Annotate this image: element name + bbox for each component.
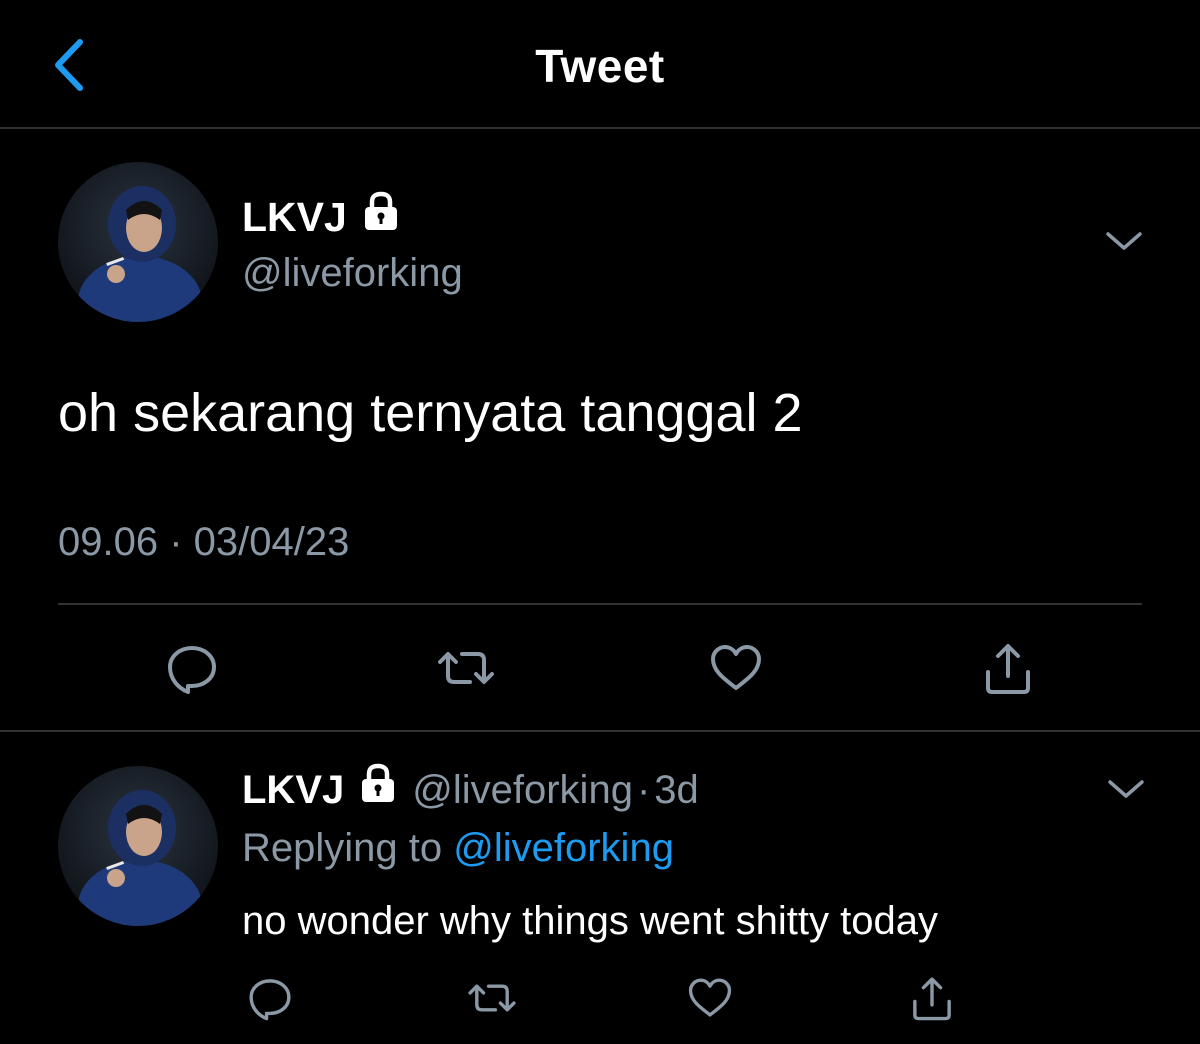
chevron-down-icon (1106, 232, 1142, 250)
page-title: Tweet (535, 40, 665, 92)
thread-divider (0, 730, 1200, 732)
like-icon (688, 978, 732, 1017)
lock-icon (358, 762, 398, 817)
like-button[interactable] (702, 636, 770, 700)
reply-button[interactable] (158, 636, 226, 700)
share-icon (986, 644, 1030, 694)
header-divider (0, 127, 1200, 129)
reply-icon (168, 646, 216, 694)
chevron-down-icon (1108, 780, 1144, 798)
reply-share-button[interactable] (902, 970, 962, 1026)
lock-icon (361, 190, 401, 243)
reply-avatar[interactable] (58, 766, 218, 926)
reply-menu-button[interactable] (1104, 774, 1148, 804)
replying-to-line: Replying to @liveforking (242, 822, 674, 874)
tweet-text: oh sekarang ternyata tanggal 2 (58, 383, 803, 443)
reply-display-name: LKVJ (242, 767, 345, 812)
reply-retweet-button[interactable] (462, 970, 522, 1026)
timestamp-divider (58, 603, 1142, 605)
like-icon (711, 645, 761, 690)
reply-separator: · (636, 767, 651, 812)
author-name-row: LKVJ (242, 190, 401, 243)
share-button[interactable] (974, 636, 1042, 700)
tweet-menu-button[interactable] (1102, 226, 1146, 256)
reply-age: 3d (654, 767, 699, 812)
tweet-timestamp: 09.06 · 03/04/23 (58, 520, 350, 564)
reply-like-button[interactable] (680, 970, 740, 1026)
retweet-icon (468, 984, 516, 1012)
retweet-button[interactable] (432, 636, 500, 700)
avatar[interactable] (58, 162, 218, 322)
reply-text: no wonder why things went shitty today (242, 899, 938, 943)
author-handle[interactable]: @liveforking (242, 248, 463, 298)
reply-reply-button[interactable] (240, 970, 300, 1026)
share-icon (913, 977, 951, 1021)
replying-to-label: Replying to (242, 826, 443, 870)
replying-to-link[interactable]: @liveforking (453, 826, 674, 870)
retweet-icon (438, 652, 494, 684)
author-display-name: LKVJ (242, 193, 347, 240)
reply-icon (249, 979, 291, 1021)
reply-header: LKVJ @liveforking · 3d (242, 762, 699, 817)
reply-handle[interactable]: @liveforking (412, 764, 633, 816)
